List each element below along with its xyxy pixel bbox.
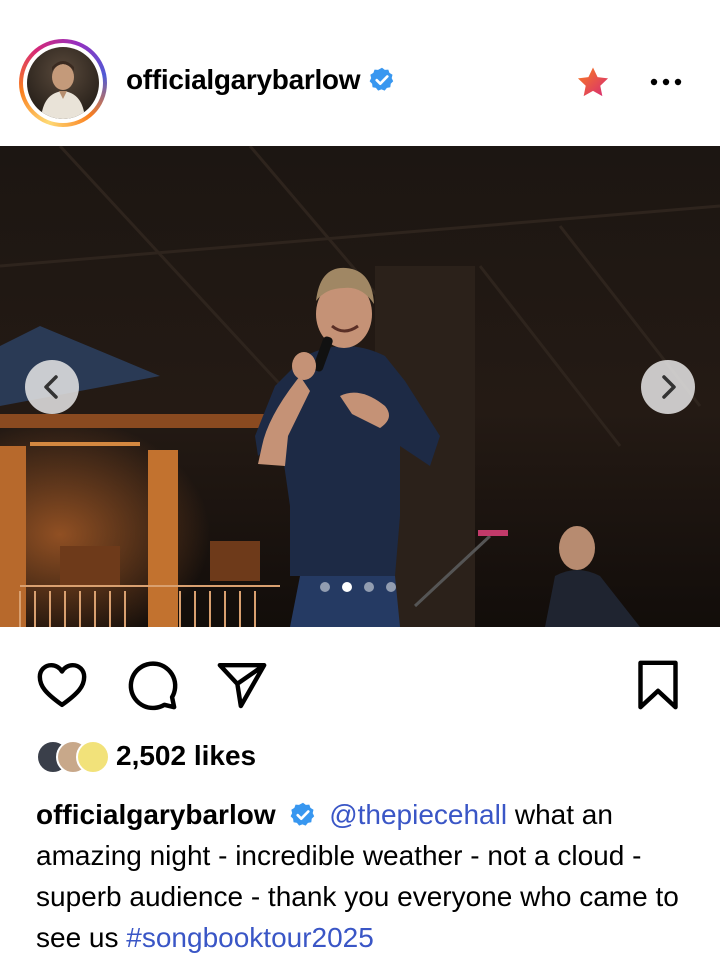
caption-mention-link[interactable]: @thepiecehall <box>329 799 507 830</box>
post-image[interactable] <box>0 146 720 627</box>
post-caption: officialgarybarlow @thepiecehall what an… <box>36 794 686 958</box>
carousel-dot <box>364 582 374 592</box>
concert-photo <box>0 146 720 627</box>
caption-username[interactable]: officialgarybarlow <box>36 799 276 830</box>
avatar-story-ring[interactable] <box>19 39 107 127</box>
verified-badge-icon <box>291 802 315 826</box>
carousel-indicator <box>320 580 400 594</box>
carousel-prev-button[interactable] <box>25 360 79 414</box>
carousel-dot-active <box>342 582 352 592</box>
liker-avatar <box>76 740 110 774</box>
post-actions <box>0 627 720 737</box>
verified-badge-icon <box>369 67 394 91</box>
post-header: officialgarybarlow <box>0 0 720 146</box>
heart-icon[interactable] <box>34 657 90 713</box>
likes-count[interactable]: 2,502 likes <box>116 740 256 772</box>
carousel-next-button[interactable] <box>641 360 695 414</box>
send-icon[interactable] <box>214 657 270 713</box>
chevron-left-icon <box>44 375 58 399</box>
star-icon[interactable] <box>574 64 612 102</box>
post-username[interactable]: officialgarybarlow <box>126 64 396 96</box>
comment-icon[interactable] <box>124 657 180 713</box>
chevron-right-icon <box>662 375 676 399</box>
caption-hashtag-link[interactable]: #songbooktour2025 <box>126 922 374 953</box>
avatar[interactable] <box>27 47 99 119</box>
bookmark-icon[interactable] <box>630 657 686 713</box>
carousel-dot <box>386 582 396 592</box>
more-horizontal-icon[interactable] <box>646 70 686 94</box>
carousel-dot <box>320 582 330 592</box>
